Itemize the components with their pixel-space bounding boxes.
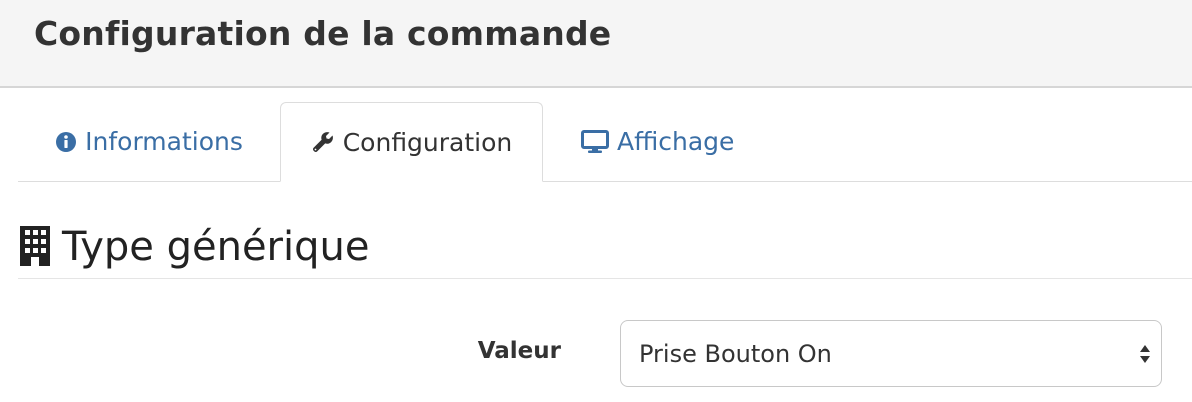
building-icon <box>18 226 52 266</box>
valeur-label: Valeur <box>477 338 561 364</box>
generic-type-select[interactable]: Prise Bouton On <box>620 320 1162 387</box>
tab-bar: Informations Configuration Affichage <box>18 102 1192 182</box>
modal-header: Configuration de la commande <box>0 0 1192 88</box>
monitor-icon <box>581 129 609 154</box>
modal-title: Configuration de la commande <box>34 14 612 53</box>
tab-informations-label: Informations <box>85 127 243 156</box>
tab-configuration-label: Configuration <box>342 127 513 157</box>
select-value: Prise Bouton On <box>639 340 832 368</box>
tab-affichage-label: Affichage <box>617 127 735 156</box>
wrench-icon <box>311 130 335 154</box>
sort-arrows-icon <box>1139 343 1151 365</box>
section-title: Type générique <box>62 224 370 270</box>
tab-affichage[interactable]: Affichage <box>543 102 805 181</box>
info-circle-icon <box>55 131 77 153</box>
tab-informations[interactable]: Informations <box>18 102 280 181</box>
tab-configuration[interactable]: Configuration <box>280 102 543 182</box>
section-heading: Type générique <box>18 222 1192 279</box>
